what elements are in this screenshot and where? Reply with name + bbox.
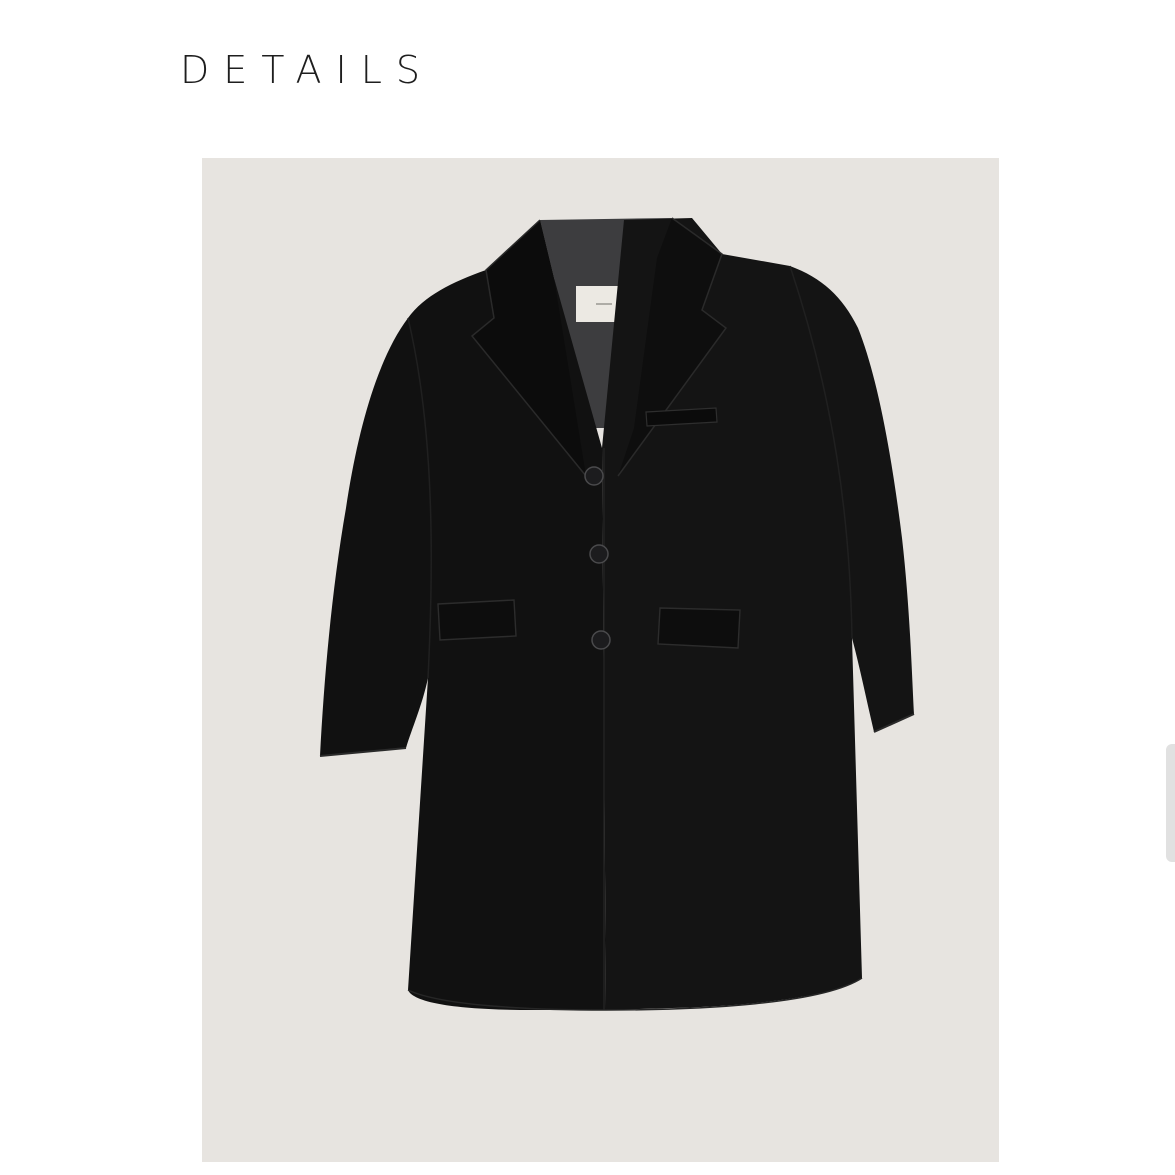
coat-button — [584, 466, 604, 486]
scrollbar-handle[interactable] — [1166, 744, 1175, 862]
coat-left-flap-pocket — [437, 599, 517, 641]
coat-illustration — [319, 217, 915, 1011]
coat-button — [589, 544, 609, 564]
section-title: DETAILS — [180, 48, 435, 92]
product-image — [202, 158, 999, 1162]
coat-right-flap-pocket — [657, 607, 741, 649]
coat-button — [591, 630, 611, 650]
